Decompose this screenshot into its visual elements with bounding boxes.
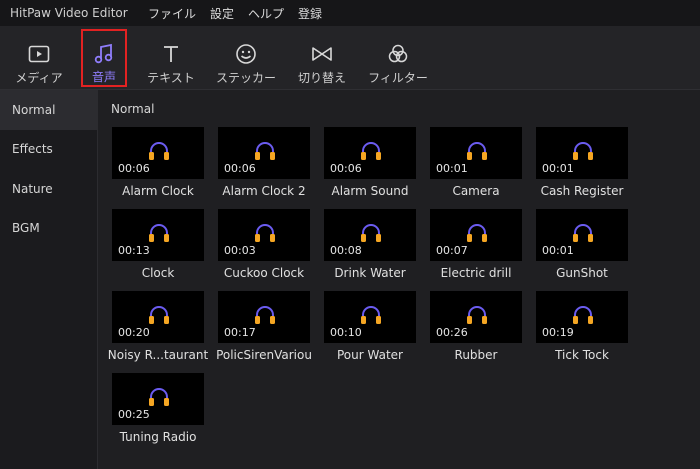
sound-thumbnail[interactable]: 00:10	[324, 291, 416, 343]
sound-thumbnail[interactable]: 00:17	[218, 291, 310, 343]
sound-name[interactable]: Drink Water	[317, 266, 423, 280]
sound-duration: 00:10	[330, 326, 362, 339]
sound-thumbnail[interactable]: 00:08	[324, 209, 416, 261]
sound-name[interactable]: Alarm Sound	[317, 184, 423, 198]
tool-filter[interactable]: フィルター	[362, 26, 434, 90]
menu-settings[interactable]: 設定	[210, 5, 234, 22]
headphones-icon	[149, 388, 169, 406]
app-title: HitPaw Video Editor	[10, 6, 128, 20]
sound-duration: 00:07	[436, 244, 468, 257]
sound-name[interactable]: Tuning Radio	[105, 430, 211, 444]
sound-library: Normal 00:06 Alarm Clock 00:06 Alarm Clock …	[99, 90, 700, 469]
category-normal[interactable]: Normal	[0, 90, 97, 130]
headphones-icon	[361, 224, 381, 242]
tool-sticker-label: ステッカー	[215, 71, 276, 85]
sound-name[interactable]: Noisy R...taurant	[105, 348, 211, 362]
toolbar: メディア 音声 テキスト ステッカー 切り替え フィルター	[0, 26, 700, 90]
sound-name[interactable]: Cash Register	[529, 184, 635, 198]
media-icon	[28, 42, 50, 66]
sound-name[interactable]: Alarm Clock	[105, 184, 211, 198]
sound-duration: 00:17	[224, 326, 256, 339]
headphones-icon	[361, 142, 381, 160]
sound-duration: 00:20	[118, 326, 150, 339]
sound-duration: 00:25	[118, 408, 150, 421]
headphones-icon	[255, 306, 275, 324]
headphones-icon	[467, 224, 487, 242]
tool-audio[interactable]: 音声	[81, 29, 127, 87]
sound-thumbnail[interactable]: 00:03	[218, 209, 310, 261]
menu-bar: HitPaw Video Editor ファイル 設定 ヘルプ 登録	[0, 0, 700, 26]
sound-name[interactable]: Camera	[423, 184, 529, 198]
sound-thumbnail[interactable]: 00:06	[324, 127, 416, 179]
tool-transition[interactable]: 切り替え	[292, 26, 352, 90]
tool-text-label: テキスト	[147, 71, 195, 85]
sound-name[interactable]: Electric drill	[423, 266, 529, 280]
tool-filter-label: フィルター	[368, 71, 428, 85]
headphones-icon	[255, 224, 275, 242]
menu-register[interactable]: 登録	[298, 5, 322, 22]
sound-thumbnail[interactable]: 00:07	[430, 209, 522, 261]
music-note-icon	[94, 42, 114, 65]
sound-duration: 00:13	[118, 244, 150, 257]
sound-duration: 00:26	[436, 326, 468, 339]
sound-name[interactable]: Alarm Clock 2	[211, 184, 317, 198]
headphones-icon	[255, 142, 275, 160]
sound-thumbnail[interactable]: 00:25	[112, 373, 204, 425]
sound-name[interactable]: PolicSirenVariou	[211, 348, 317, 362]
sound-name[interactable]: Clock	[105, 266, 211, 280]
sound-duration: 00:19	[542, 326, 574, 339]
sound-name[interactable]: Rubber	[423, 348, 529, 362]
headphones-icon	[467, 306, 487, 324]
sound-thumbnail[interactable]: 00:01	[536, 127, 628, 179]
sound-duration: 00:01	[542, 244, 574, 257]
sound-thumbnail[interactable]: 00:26	[430, 291, 522, 343]
sound-duration: 00:01	[436, 162, 468, 175]
sound-thumbnail[interactable]: 00:13	[112, 209, 204, 261]
sound-thumbnail[interactable]: 00:19	[536, 291, 628, 343]
transition-icon	[311, 42, 333, 66]
sound-thumbnail[interactable]: 00:06	[112, 127, 204, 179]
sound-thumbnail[interactable]: 00:06	[218, 127, 310, 179]
sound-duration: 00:06	[224, 162, 256, 175]
category-nature[interactable]: Nature	[0, 169, 97, 209]
tool-sticker[interactable]: ステッカー	[212, 26, 280, 90]
sound-name[interactable]: Tick Tock	[529, 348, 635, 362]
sound-duration: 00:08	[330, 244, 362, 257]
tool-text[interactable]: テキスト	[140, 26, 202, 90]
sound-thumbnail[interactable]: 00:01	[536, 209, 628, 261]
text-icon	[162, 42, 180, 66]
sound-name[interactable]: GunShot	[529, 266, 635, 280]
tool-media-label: メディア	[15, 71, 63, 85]
sticker-icon	[235, 42, 257, 66]
headphones-icon	[573, 306, 593, 324]
menu-file[interactable]: ファイル	[148, 5, 196, 22]
sound-duration: 00:06	[330, 162, 362, 175]
headphones-icon	[361, 306, 381, 324]
sound-thumbnail[interactable]: 00:01	[430, 127, 522, 179]
tool-audio-label: 音声	[91, 70, 116, 84]
category-bgm[interactable]: BGM	[0, 209, 97, 249]
section-title: Normal	[111, 102, 155, 116]
headphones-icon	[149, 306, 169, 324]
sound-name[interactable]: Pour Water	[317, 348, 423, 362]
tool-media[interactable]: メディア	[6, 26, 72, 90]
headphones-icon	[573, 142, 593, 160]
menu-help[interactable]: ヘルプ	[248, 5, 284, 22]
category-sidebar: Normal Effects Nature BGM	[0, 90, 98, 469]
filter-icon	[387, 42, 409, 66]
sound-name[interactable]: Cuckoo Clock	[211, 266, 317, 280]
tool-transition-label: 切り替え	[297, 71, 346, 85]
headphones-icon	[149, 142, 169, 160]
headphones-icon	[467, 142, 487, 160]
sound-duration: 00:06	[118, 162, 150, 175]
sound-duration: 00:03	[224, 244, 256, 257]
sound-thumbnail[interactable]: 00:20	[112, 291, 204, 343]
headphones-icon	[573, 224, 593, 242]
sound-duration: 00:01	[542, 162, 574, 175]
category-effects[interactable]: Effects	[0, 130, 97, 170]
headphones-icon	[149, 224, 169, 242]
